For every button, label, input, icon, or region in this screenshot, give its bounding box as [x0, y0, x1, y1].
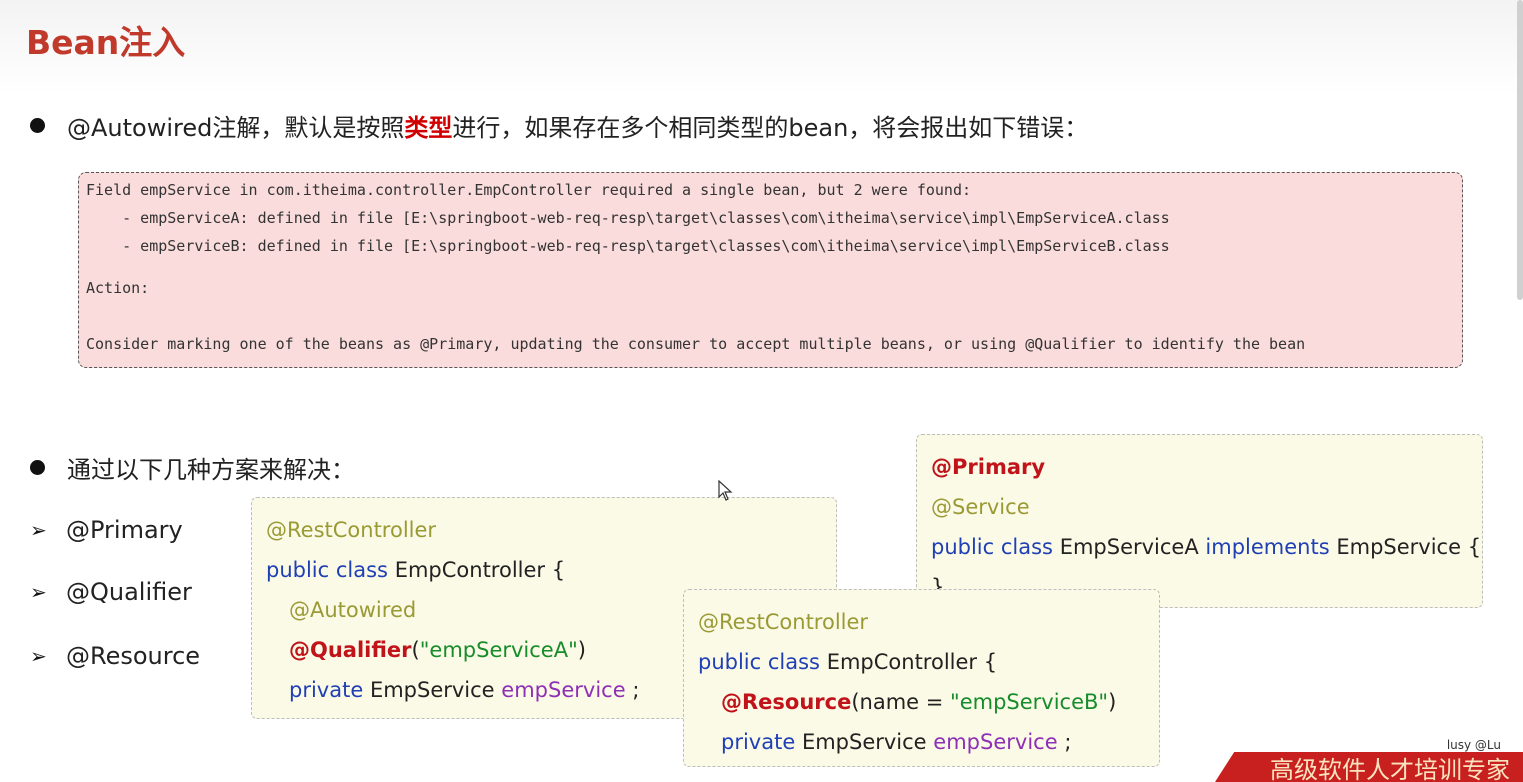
string-arg: "empServiceA" — [419, 638, 578, 662]
error-message-box: Field empService in com.itheima.controll… — [78, 172, 1463, 368]
keyword-implements: implements — [1205, 535, 1330, 559]
annotation-resource: @Resource — [721, 690, 852, 714]
bullet-text-prefix: @Autowired注解，默认是按照 — [67, 114, 405, 142]
option-resource: ➢ @Resource — [30, 642, 200, 670]
option-qualifier: ➢ @Qualifier — [30, 578, 192, 606]
annotation-qualifier: @Qualifier — [289, 638, 412, 662]
annotation-service: @Service — [931, 495, 1030, 519]
arrow-bullet-icon: ➢ — [30, 518, 47, 542]
bullet-solutions: 通过以下几种方案来解决： — [30, 450, 355, 485]
keyword-private: private — [721, 730, 796, 754]
arrow-bullet-icon: ➢ — [30, 644, 47, 668]
field-name: empService — [933, 730, 1058, 754]
bullet-solutions-text: 通过以下几种方案来解决： — [67, 456, 355, 484]
class-name: EmpServiceA — [1059, 535, 1199, 559]
error-line: Consider marking one of the beans as @Pr… — [86, 335, 1306, 353]
class-name: EmpController { — [394, 558, 566, 582]
keyword-public-class: public class — [266, 558, 388, 582]
bullet-dot — [30, 118, 45, 133]
watermark: lusy @Lu — [1446, 738, 1501, 752]
header-background — [0, 0, 1523, 96]
footer-banner: 高级软件人才培训专家 — [1215, 752, 1523, 782]
paren-close: ) — [1108, 690, 1117, 714]
annotation-autowired: @Autowired — [289, 598, 417, 622]
scrollbar[interactable] — [1517, 0, 1523, 300]
keyword-public-class: public class — [931, 535, 1053, 559]
arrow-bullet-icon: ➢ — [30, 580, 47, 604]
option-primary: ➢ @Primary — [30, 516, 183, 544]
option-label: @Qualifier — [66, 578, 192, 606]
semicolon: ; — [1064, 730, 1072, 754]
option-label: @Resource — [66, 642, 201, 670]
error-line: Field empService in com.itheima.controll… — [86, 181, 972, 199]
code-box-resource: @RestController public class EmpControll… — [683, 589, 1160, 767]
error-line: - empServiceB: defined in file [E:\sprin… — [86, 237, 1170, 255]
annotation-restcontroller: @RestController — [698, 610, 869, 634]
paren-close: ) — [577, 638, 586, 662]
bullet-text-highlight: 类型 — [404, 114, 453, 142]
semicolon: ; — [632, 678, 640, 702]
field-name: empService — [501, 678, 626, 702]
interface-name: EmpService { — [1336, 535, 1482, 559]
class-name: EmpController { — [826, 650, 998, 674]
error-line: Action: — [86, 279, 150, 297]
type-name: EmpService — [369, 678, 495, 702]
error-line: - empServiceA: defined in file [E:\sprin… — [86, 209, 1170, 227]
annotation-primary: @Primary — [931, 455, 1046, 479]
annotation-restcontroller: @RestController — [266, 518, 437, 542]
keyword-public-class: public class — [698, 650, 820, 674]
keyword-private: private — [289, 678, 364, 702]
slide-title: Bean注入 — [26, 23, 186, 62]
paren-open: ( — [411, 638, 420, 662]
bullet-dot — [30, 460, 45, 475]
type-name: EmpService — [801, 730, 927, 754]
paren-open: (name = — [851, 690, 951, 714]
option-label: @Primary — [66, 516, 183, 544]
bullet-autowired: @Autowired注解，默认是按照 类型 进行，如果存在多个相同类型的bean，将… — [30, 108, 1088, 143]
bullet-text-suffix: 进行，如果存在多个相同类型的bean，将会报出如下错误： — [452, 114, 1089, 142]
mouse-cursor-icon — [718, 480, 733, 501]
string-arg: "empServiceB" — [950, 690, 1109, 714]
code-box-primary: @Primary @Service public class EmpServic… — [916, 434, 1483, 608]
